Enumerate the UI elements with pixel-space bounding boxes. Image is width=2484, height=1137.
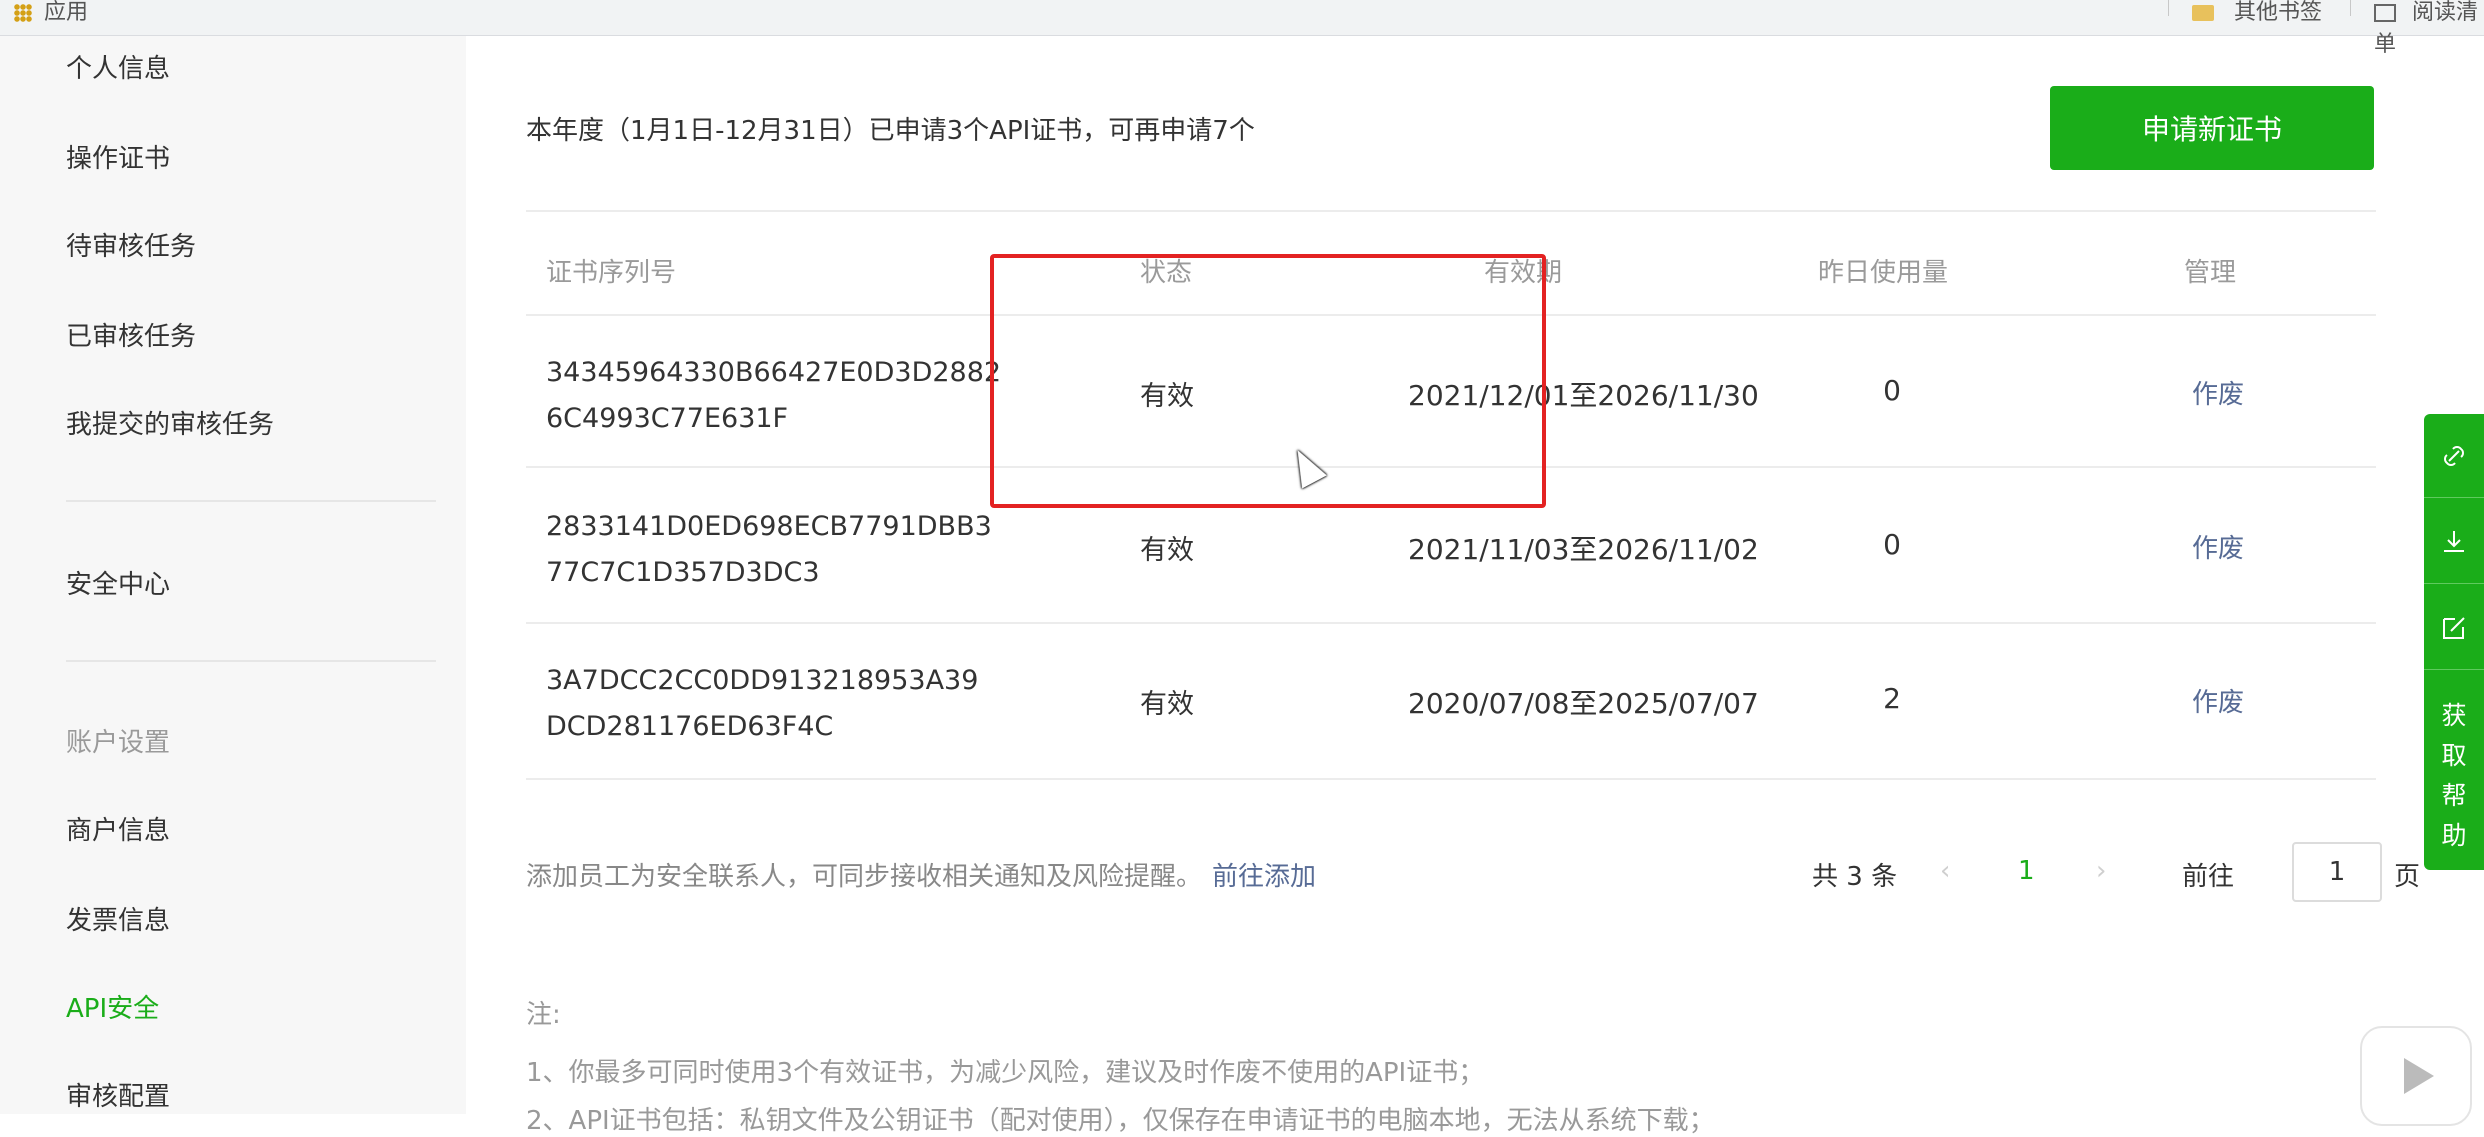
security-contact-note: 添加员工为安全联系人，可同步接收相关通知及风险提醒。 前往添加 bbox=[526, 862, 1317, 892]
column-header-manage: 管理 bbox=[2184, 258, 2237, 288]
pagination-total: 共 3 条 bbox=[1812, 862, 1898, 892]
link-icon[interactable] bbox=[2424, 414, 2484, 498]
sidebar-group-account-settings: 账户设置 bbox=[66, 728, 171, 758]
floating-toolbar: 获 取 帮 助 bbox=[2424, 414, 2484, 870]
cert-serial: 2833141D0ED698ECB7791DBB3 77C7C1D357D3DC… bbox=[546, 511, 992, 588]
reading-list-icon bbox=[2374, 4, 2396, 22]
cert-status: 有效 bbox=[1140, 689, 1194, 720]
download-icon[interactable] bbox=[2424, 500, 2484, 584]
play-icon bbox=[2404, 1058, 2434, 1094]
sidebar-item-my-submitted[interactable]: 我提交的审核任务 bbox=[66, 404, 274, 441]
cert-validity: 2020/07/08至2025/07/07 bbox=[1408, 687, 1759, 720]
cert-usage: 2 bbox=[1883, 682, 1901, 715]
apps-shortcut[interactable]: 应用 bbox=[14, 0, 88, 26]
pagination-goto-label: 前往 bbox=[2182, 862, 2235, 892]
pagination-page-1[interactable]: 1 bbox=[2018, 856, 2035, 886]
sidebar-item-reviewed[interactable]: 已审核任务 bbox=[66, 316, 196, 353]
highlight-box bbox=[990, 254, 1546, 508]
note-line: 1、你最多可同时使用3个有效证书，为减少风险，建议及时作废不使用的API证书； bbox=[526, 1058, 1485, 1088]
apps-label: 应用 bbox=[44, 0, 89, 25]
cert-serial: 34345964330B66427E0D3D2882 6C4993C77E631… bbox=[546, 357, 1002, 434]
pagination-next-icon[interactable]: › bbox=[2096, 856, 2106, 886]
sidebar-item-security-center[interactable]: 安全中心 bbox=[66, 564, 170, 601]
folder-icon bbox=[2192, 5, 2214, 21]
cert-usage: 0 bbox=[1883, 528, 1901, 561]
sidebar-item-operation-cert[interactable]: 操作证书 bbox=[66, 138, 170, 175]
edit-icon[interactable] bbox=[2424, 586, 2484, 670]
sidebar-item-pending-review[interactable]: 待审核任务 bbox=[66, 226, 196, 263]
get-help-button[interactable]: 获 取 帮 助 bbox=[2424, 682, 2484, 870]
sidebar-item-invoice-info[interactable]: 发票信息 bbox=[66, 900, 170, 937]
sidebar-divider bbox=[66, 660, 436, 662]
cert-usage: 0 bbox=[1883, 374, 1901, 407]
pagination-goto-input[interactable] bbox=[2292, 842, 2382, 902]
bookmark-bar: 应用 其他书签 阅读清单 bbox=[0, 0, 2484, 57]
revoke-link[interactable]: 作废 bbox=[2192, 682, 2244, 719]
note-line: 2、API证书包括：私钥文件及公钥证书（配对使用），仅保存在申请证书的电脑本地，… bbox=[526, 1106, 1715, 1136]
quota-text: 本年度（1月1日-12月31日）已申请3个API证书，可再申请7个 bbox=[526, 116, 1255, 146]
table-top-border bbox=[526, 210, 2376, 212]
cert-validity: 2021/11/03至2026/11/02 bbox=[1408, 533, 1759, 566]
revoke-link[interactable]: 作废 bbox=[2192, 374, 2244, 411]
revoke-link[interactable]: 作废 bbox=[2192, 528, 2244, 565]
sidebar-item-review-config[interactable]: 审核配置 bbox=[66, 1076, 170, 1113]
column-header-usage: 昨日使用量 bbox=[1818, 258, 1949, 288]
sidebar: 个人信息 操作证书 待审核任务 已审核任务 我提交的审核任务 安全中心 账户设置… bbox=[0, 36, 466, 1114]
cert-serial: 3A7DCC2CC0DD913218953A39 DCD281176ED63F4… bbox=[546, 665, 979, 742]
sidebar-item-api-security[interactable]: API安全 bbox=[66, 988, 159, 1025]
bookmark-separator bbox=[2350, 0, 2351, 16]
column-header-serial: 证书序列号 bbox=[546, 258, 677, 288]
sidebar-item-merchant-info[interactable]: 商户信息 bbox=[66, 810, 170, 847]
pagination-page-suffix: 页 bbox=[2394, 862, 2421, 892]
table-row: 3A7DCC2CC0DD913218953A39 DCD281176ED63F4… bbox=[526, 626, 2376, 780]
apps-grid-icon bbox=[14, 4, 32, 22]
pagination-prev-icon[interactable]: ‹ bbox=[1940, 856, 1950, 886]
bookmark-separator bbox=[2168, 0, 2169, 16]
sidebar-item-personal-info[interactable]: 个人信息 bbox=[66, 48, 170, 85]
cert-status: 有效 bbox=[1140, 535, 1194, 566]
sidebar-divider bbox=[66, 500, 436, 502]
main-content: 本年度（1月1日-12月31日）已申请3个API证书，可再申请7个 申请新证书 … bbox=[466, 36, 2426, 1136]
add-contact-link[interactable]: 前往添加 bbox=[1212, 862, 1316, 892]
apply-new-cert-button[interactable]: 申请新证书 bbox=[2050, 86, 2374, 170]
bookmark-other[interactable]: 其他书签 bbox=[2192, 0, 2322, 26]
video-play-button[interactable] bbox=[2360, 1026, 2472, 1126]
notes-title: 注: bbox=[526, 1000, 561, 1030]
